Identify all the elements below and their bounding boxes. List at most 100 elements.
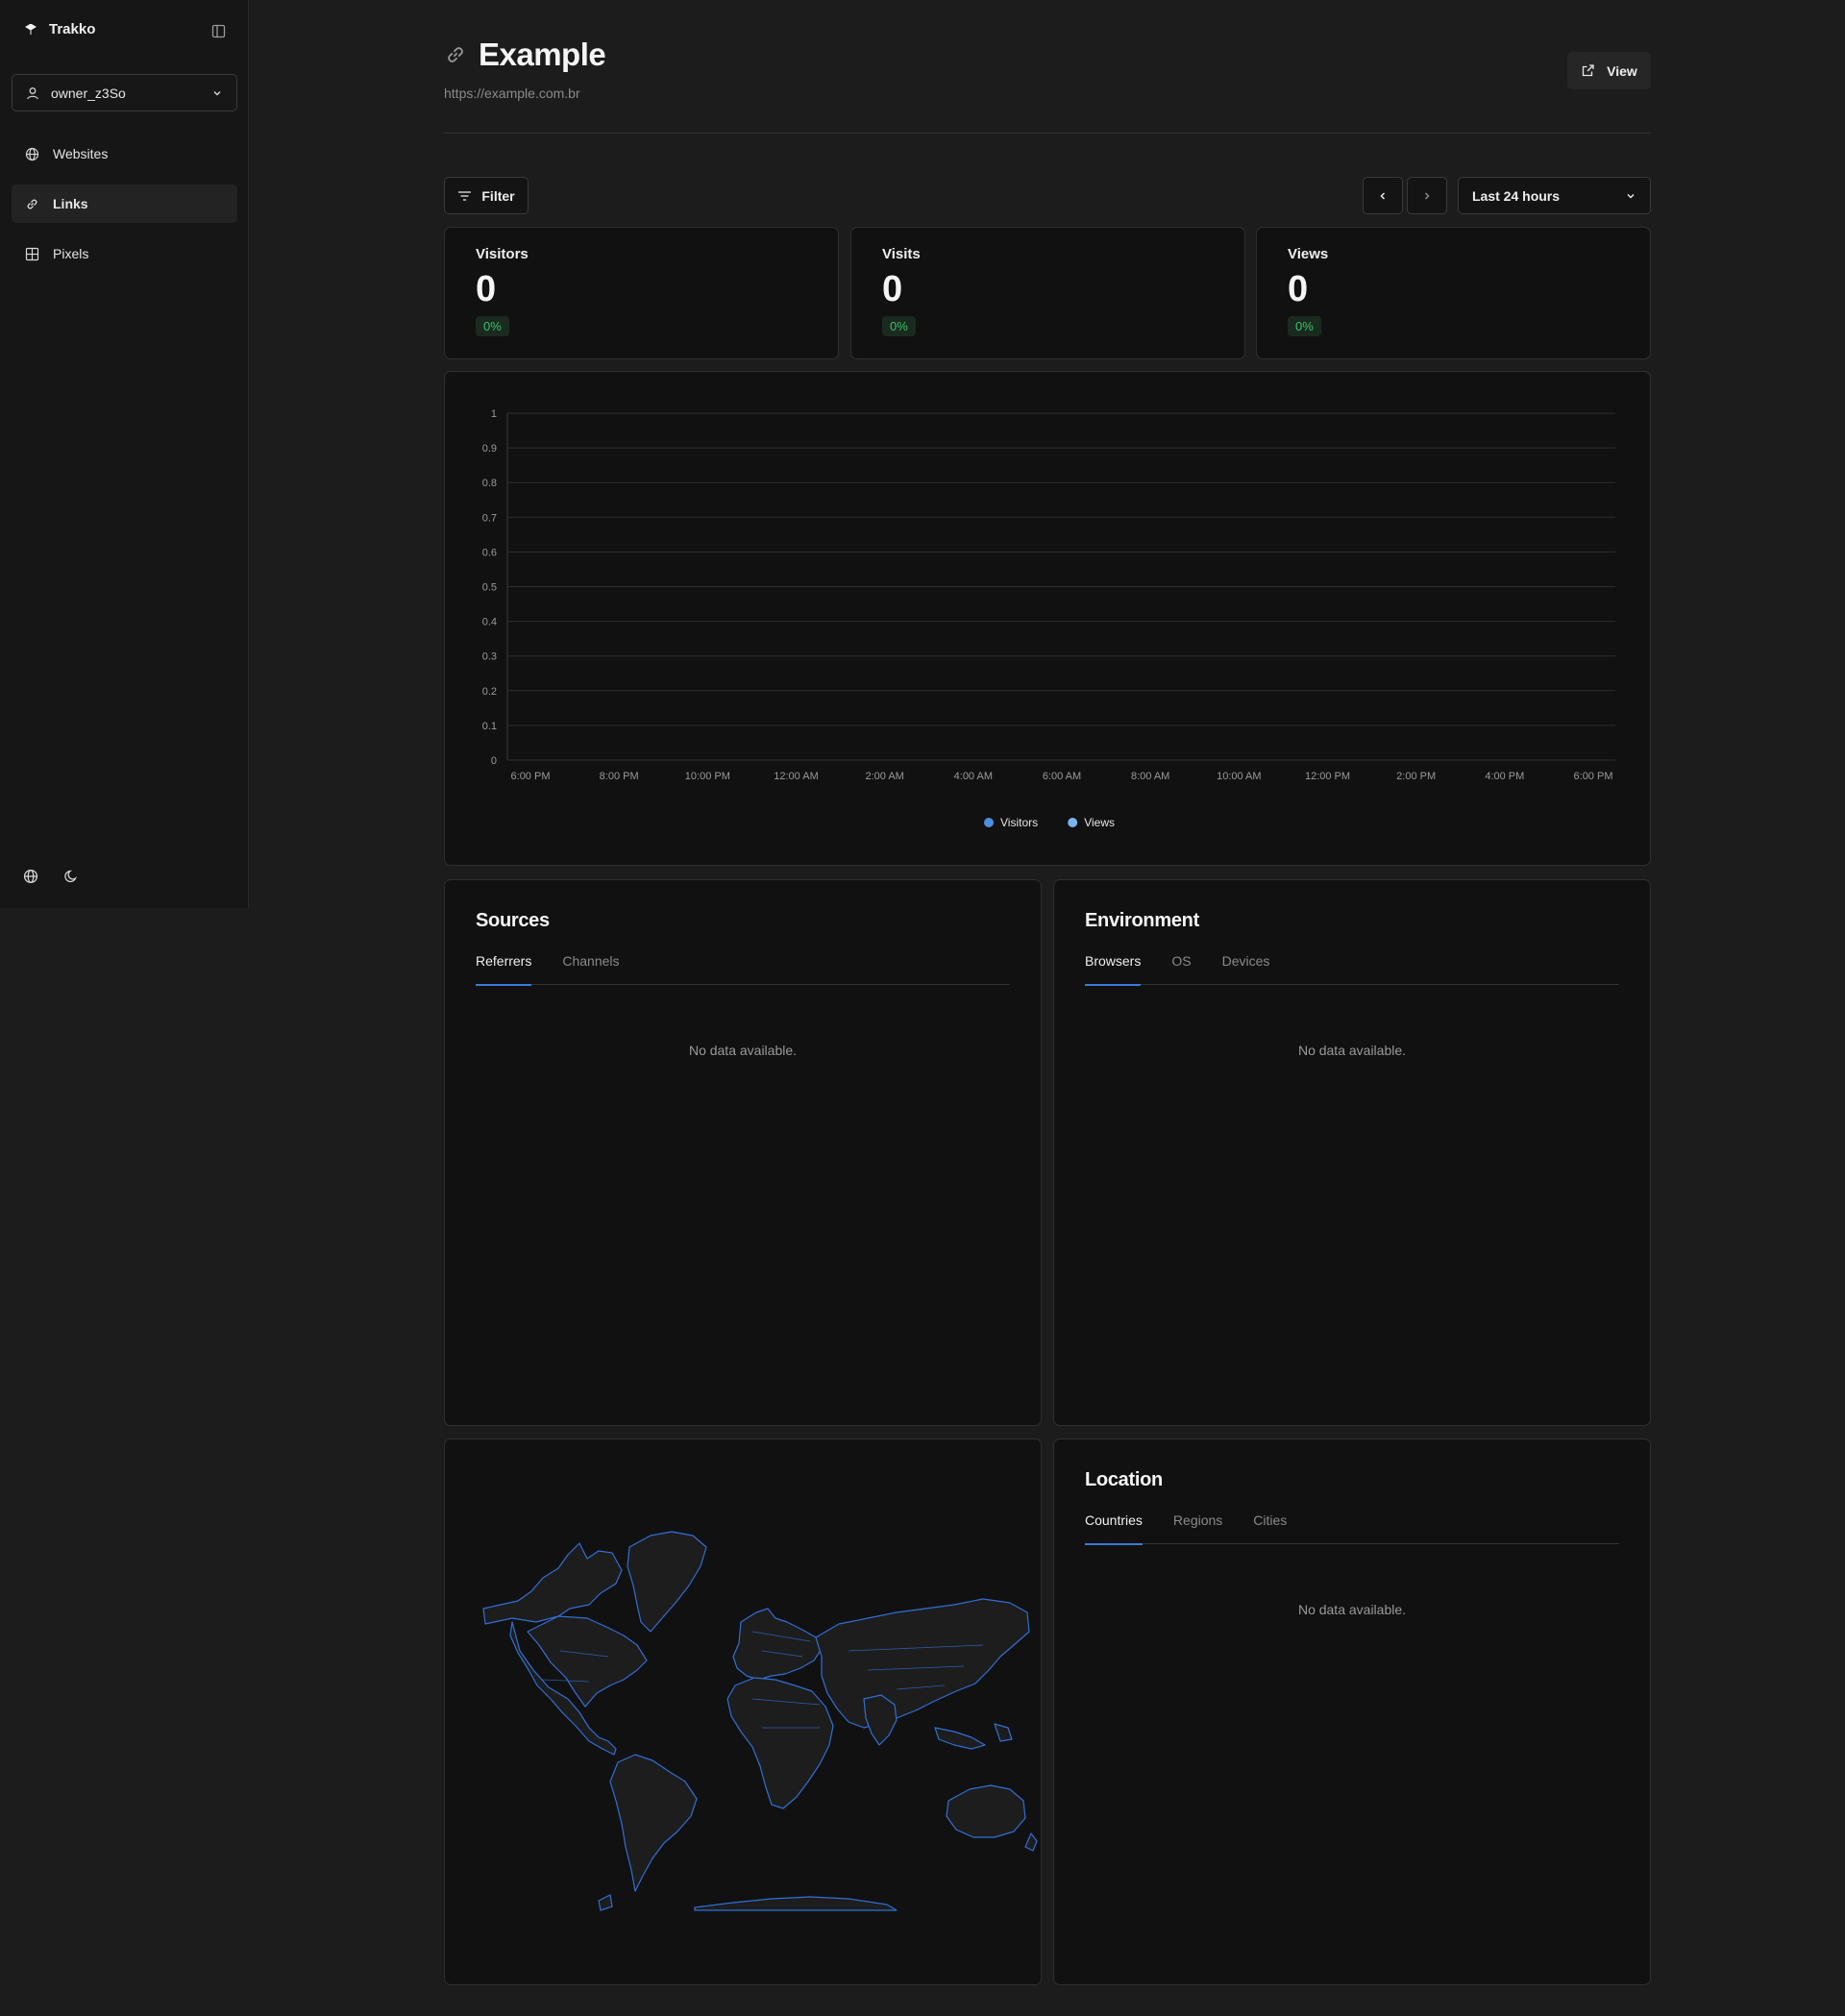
sidebar-nav: Websites Links Pixels — [12, 135, 237, 284]
next-period-button[interactable] — [1407, 177, 1447, 214]
metric-change-badge: 0% — [1288, 316, 1321, 336]
metric-card-visits: Visits 0 0% — [850, 227, 1245, 359]
tab-cities[interactable]: Cities — [1253, 1512, 1287, 1544]
y-tick-label: 0.9 — [482, 443, 497, 455]
map-north-america — [482, 1542, 648, 1756]
brand[interactable]: Trakko — [24, 21, 95, 37]
x-tick-label: 6:00 PM — [1574, 771, 1613, 782]
empty-state: No data available. — [1297, 1602, 1407, 1617]
external-link-icon — [1583, 64, 1594, 77]
filter-button[interactable]: Filter — [444, 177, 529, 214]
sidebar-item-websites[interactable]: Websites — [12, 135, 237, 173]
x-tick-label: 4:00 PM — [1485, 771, 1524, 782]
brand-logo-icon — [25, 23, 37, 35]
map-india — [863, 1694, 898, 1746]
map-antarctica — [694, 1896, 898, 1911]
y-tick-label: 0.2 — [482, 686, 497, 698]
map-south-america — [609, 1754, 698, 1892]
sidebar-item-links[interactable]: Links — [12, 184, 237, 223]
language-globe-icon[interactable] — [21, 867, 40, 886]
y-tick-label: 0.7 — [482, 512, 497, 524]
legend-label: Views — [1084, 816, 1115, 829]
map-africa — [726, 1677, 834, 1809]
traffic-chart: 0 0.1 0.2 0.3 0.4 0.5 0.6 0.7 0.8 0.9 1 6:00 PM 8:00… — [482, 408, 1615, 829]
grid-icon — [25, 247, 39, 260]
metric-card-views: Views 0 0% — [1256, 227, 1651, 359]
traffic-chart-card: 0 0.1 0.2 0.3 0.4 0.5 0.6 0.7 0.8 0.9 1 6:00 PM 8:00… — [444, 371, 1651, 866]
x-tick-label: 6:00 PM — [511, 771, 551, 782]
sources-tabs: Referrers Channels — [476, 953, 1010, 986]
x-tick-label: 8:00 AM — [1131, 771, 1169, 782]
previous-period-button[interactable] — [1363, 177, 1403, 214]
sidebar: Trakko owner_z3So Websites Links Pixels — [0, 0, 249, 908]
y-tick-label: 0.6 — [482, 547, 497, 558]
metric-label: Visits — [882, 246, 921, 262]
panel-title: Sources — [476, 910, 550, 931]
x-tick-label: 2:00 AM — [865, 771, 903, 782]
legend-marker — [984, 818, 994, 827]
sidebar-item-pixels[interactable]: Pixels — [12, 234, 237, 273]
legend-marker — [1068, 818, 1078, 827]
y-tick-label: 1 — [491, 408, 497, 420]
chevron-right-icon — [1424, 191, 1430, 200]
y-tick-label: 0 — [491, 755, 497, 767]
x-tick-label: 2:00 PM — [1396, 771, 1436, 782]
metric-value: 0 — [476, 269, 497, 309]
account-username: owner_z3So — [51, 85, 126, 101]
view-button-label: View — [1607, 62, 1637, 79]
y-tick-label: 0.3 — [482, 652, 497, 663]
tab-countries[interactable]: Countries — [1085, 1512, 1143, 1545]
x-tick-label: 4:00 AM — [954, 771, 993, 782]
environment-tabs: Browsers OS Devices — [1085, 953, 1619, 986]
sidebar-item-label: Pixels — [53, 246, 89, 261]
tab-os[interactable]: OS — [1171, 953, 1191, 985]
legend-label: Visitors — [1000, 816, 1038, 829]
metric-change-badge: 0% — [476, 316, 509, 336]
empty-state: No data available. — [1297, 1043, 1407, 1058]
date-range-value: Last 24 hours — [1472, 187, 1561, 204]
panel-title: Environment — [1085, 910, 1199, 931]
sidebar-item-label: Links — [53, 196, 88, 211]
map-asia — [815, 1598, 1030, 1729]
moon-icon[interactable] — [62, 867, 81, 886]
x-tick-label: 10:00 AM — [1217, 771, 1261, 782]
metric-label: Visitors — [476, 246, 529, 262]
chevron-left-icon — [1380, 191, 1386, 200]
metric-value: 0 — [1288, 269, 1309, 309]
y-tick-label: 0.1 — [482, 721, 497, 732]
x-tick-label: 6:00 AM — [1043, 771, 1081, 782]
x-tick-label: 12:00 AM — [774, 771, 818, 782]
app-name: Trakko — [49, 21, 96, 37]
globe-icon — [25, 147, 39, 160]
sidebar-item-label: Websites — [53, 146, 109, 161]
sidebar-toggle-icon[interactable] — [209, 21, 228, 40]
x-tick-label: 10:00 PM — [685, 771, 730, 782]
x-tick-label: 12:00 PM — [1305, 771, 1350, 782]
sidebar-footer — [21, 867, 81, 886]
tab-browsers[interactable]: Browsers — [1085, 953, 1142, 986]
link-icon — [448, 47, 463, 62]
location-panel: Location Countries Regions Cities No dat… — [1053, 1438, 1651, 1985]
tab-devices[interactable]: Devices — [1222, 953, 1270, 985]
map-new-zealand — [1024, 1832, 1038, 1852]
link-icon — [27, 199, 37, 209]
panel-title: Location — [1085, 1469, 1163, 1490]
x-tick-label: 8:00 PM — [600, 771, 639, 782]
metric-label: Views — [1288, 246, 1329, 262]
chevron-down-icon — [211, 87, 223, 99]
tab-regions[interactable]: Regions — [1173, 1512, 1222, 1544]
world-map[interactable] — [445, 1439, 1043, 1986]
page-url: https://example.com.br — [444, 86, 580, 101]
y-tick-label: 0.8 — [482, 478, 497, 489]
y-tick-label: 0.5 — [482, 582, 497, 594]
header-divider — [444, 133, 1651, 134]
view-button[interactable]: View — [1567, 52, 1651, 89]
metric-change-badge: 0% — [882, 316, 916, 336]
tab-referrers[interactable]: Referrers — [476, 953, 532, 986]
y-tick-label: 0.4 — [482, 617, 497, 628]
page-header: Example — [444, 37, 606, 73]
date-range-select[interactable]: Last 24 hours — [1458, 177, 1651, 214]
world-map-card — [444, 1438, 1042, 1985]
tab-channels[interactable]: Channels — [562, 953, 619, 985]
account-switcher[interactable]: owner_z3So — [12, 74, 237, 111]
